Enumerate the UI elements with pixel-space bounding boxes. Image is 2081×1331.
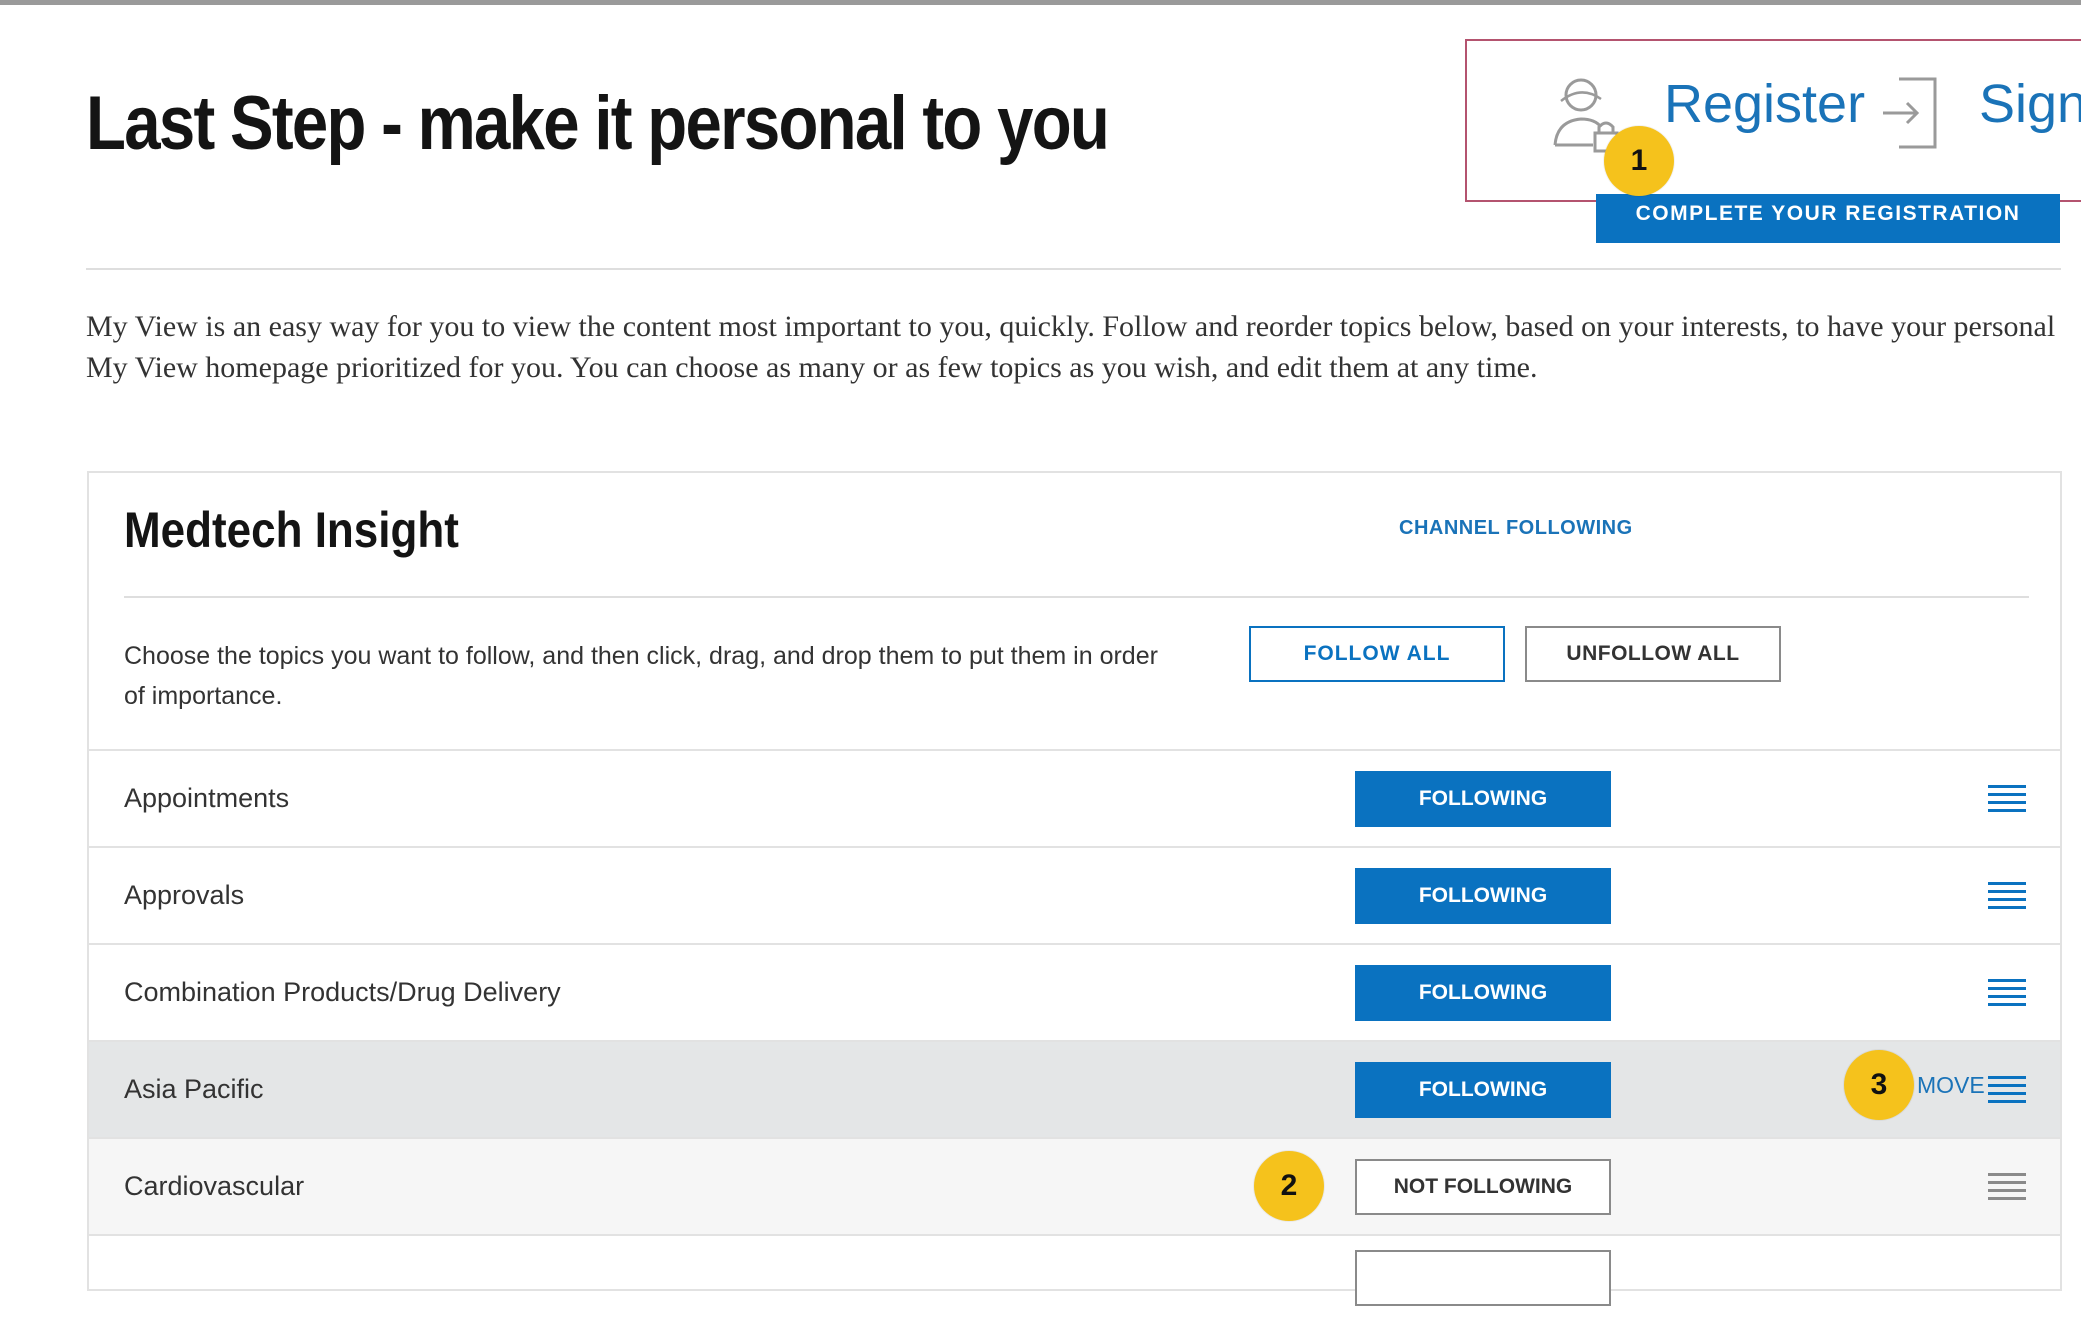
- following-button[interactable]: FOLLOWING: [1355, 965, 1611, 1021]
- complete-registration-button[interactable]: COMPLETE YOUR REGISTRATION: [1596, 194, 2060, 243]
- step-badge-1: 1: [1604, 126, 1674, 196]
- topic-row[interactable]: Approvals FOLLOWING: [89, 846, 2060, 943]
- drag-handle-icon[interactable]: [1988, 1074, 2026, 1106]
- topic-row-hovered[interactable]: Asia Pacific FOLLOWING MOVE: [89, 1040, 2060, 1137]
- page-title: Last Step - make it personal to you: [86, 81, 1110, 166]
- topic-instructions: Choose the topics you want to follow, an…: [124, 642, 1158, 710]
- drag-handle-icon[interactable]: [1988, 880, 2026, 912]
- step-badge-2: 2: [1254, 1151, 1324, 1221]
- header-divider: [86, 268, 2061, 270]
- topic-label: Appointments: [124, 783, 290, 813]
- topic-row[interactable]: Combination Products/Drug Delivery FOLLO…: [89, 943, 2060, 1040]
- topic-label: Asia Pacific: [124, 1074, 264, 1104]
- not-following-button[interactable]: NOT FOLLOWING: [1355, 1159, 1611, 1215]
- drag-handle-icon[interactable]: [1988, 977, 2026, 1009]
- channel-title: Medtech Insight: [124, 502, 459, 558]
- topic-label: Cardiovascular: [124, 1171, 305, 1201]
- following-button[interactable]: FOLLOWING: [1355, 868, 1611, 924]
- panel-divider: [124, 596, 2029, 598]
- register-link[interactable]: Register: [1664, 73, 1865, 135]
- follow-all-button[interactable]: FOLLOW ALL: [1249, 626, 1505, 682]
- topic-label: Approvals: [124, 880, 245, 910]
- account-links-box: Register Sign: [1465, 39, 2081, 202]
- channel-following-status[interactable]: CHANNEL FOLLOWING: [1399, 517, 1633, 540]
- following-button[interactable]: FOLLOWING: [1355, 1062, 1611, 1118]
- topic-row[interactable]: Cardiovascular NOT FOLLOWING: [89, 1137, 2060, 1234]
- step-badge-3: 3: [1844, 1050, 1914, 1120]
- topic-label: Combination Products/Drug Delivery: [124, 977, 561, 1007]
- sign-in-link[interactable]: Sign: [1979, 73, 2081, 135]
- follow-button-partial[interactable]: [1355, 1250, 1611, 1306]
- move-label[interactable]: MOVE: [1917, 1072, 1985, 1099]
- channel-panel: Medtech Insight CHANNEL FOLLOWING Choose…: [87, 471, 2062, 1306]
- topic-row-partial[interactable]: [89, 1234, 2060, 1331]
- following-button[interactable]: FOLLOWING: [1355, 771, 1611, 827]
- topic-row[interactable]: Appointments FOLLOWING: [89, 749, 2060, 846]
- drag-handle-icon[interactable]: [1988, 783, 2026, 815]
- unfollow-all-button[interactable]: UNFOLLOW ALL: [1525, 626, 1781, 682]
- sign-in-arrow-icon: [1883, 77, 1937, 149]
- top-border: [0, 0, 2081, 5]
- intro-text: My View is an easy way for you to view t…: [86, 310, 2056, 384]
- drag-handle-icon[interactable]: [1988, 1171, 2026, 1203]
